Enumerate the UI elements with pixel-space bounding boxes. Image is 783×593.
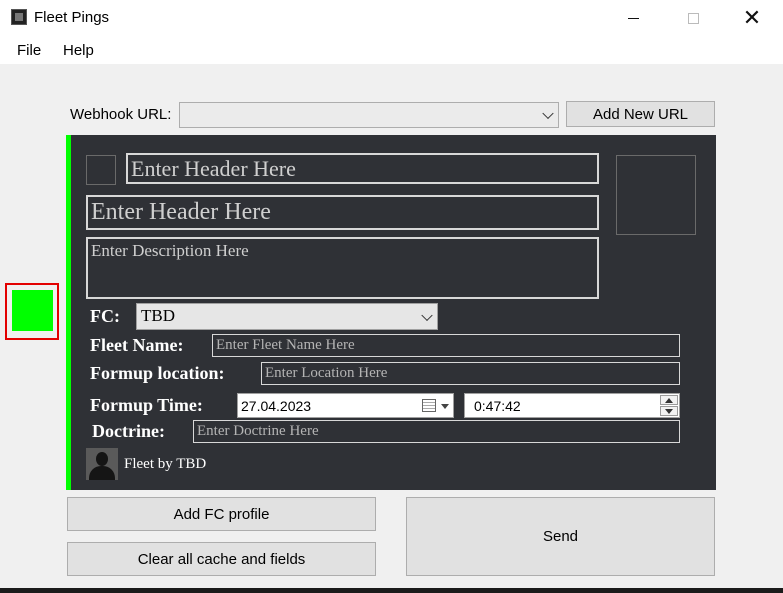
window-title: Fleet Pings <box>34 9 110 26</box>
formup-time-label: Formup Time: <box>90 395 203 415</box>
spin-down-button[interactable] <box>660 406 678 416</box>
menu-bar: File Help <box>0 36 783 64</box>
description-input[interactable]: Enter Description Here <box>86 237 599 299</box>
spin-up-button[interactable] <box>660 395 678 405</box>
author-icon-slot[interactable] <box>86 155 116 185</box>
color-picker-swatch[interactable] <box>12 290 53 331</box>
fc-label: FC: <box>90 306 120 326</box>
title-header-input[interactable]: Enter Header Here <box>86 195 599 230</box>
formup-time-value: 0:47:42 <box>474 398 521 414</box>
doctrine-input[interactable]: Enter Doctrine Here <box>193 420 680 443</box>
send-button[interactable]: Send <box>406 497 715 576</box>
fleet-name-input[interactable]: Enter Fleet Name Here <box>212 334 680 357</box>
minimize-icon <box>627 17 639 19</box>
fc-select[interactable]: TBD <box>136 303 438 330</box>
maximize-icon <box>687 12 699 24</box>
doctrine-label: Doctrine: <box>92 421 165 441</box>
calendar-icon[interactable] <box>422 399 436 412</box>
thumbnail-slot[interactable] <box>616 155 696 235</box>
formup-date-value: 27.04.2023 <box>241 398 312 414</box>
arrow-up-icon <box>665 398 673 403</box>
close-button[interactable]: ✕ <box>729 0 775 36</box>
dropdown-arrow-icon[interactable] <box>441 404 449 409</box>
avatar-head <box>96 452 108 466</box>
chevron-down-icon <box>421 309 433 321</box>
close-icon: ✕ <box>742 5 762 30</box>
add-fc-profile-button[interactable]: Add FC profile <box>67 497 376 531</box>
avatar-body <box>89 466 115 480</box>
add-new-url-button[interactable]: Add New URL <box>566 101 715 127</box>
window-bottom-edge <box>0 588 783 593</box>
formup-date-picker[interactable]: 27.04.2023 <box>237 393 454 418</box>
fleet-name-label: Fleet Name: <box>90 335 184 355</box>
embed-accent-bar <box>66 135 71 490</box>
title-bar: Fleet Pings ✕ <box>0 0 783 36</box>
embed-footer-text: Fleet by TBD <box>124 456 207 472</box>
maximize-button[interactable] <box>670 0 716 36</box>
fc-select-value: TBD <box>141 306 175 325</box>
app-icon <box>11 9 27 25</box>
chevron-down-icon <box>542 107 554 120</box>
webhook-url-label: Webhook URL: <box>70 106 172 123</box>
formup-location-label: Formup location: <box>90 363 225 383</box>
clear-cache-button[interactable]: Clear all cache and fields <box>67 542 376 576</box>
menu-help[interactable]: Help <box>63 42 94 59</box>
author-header-input[interactable]: Enter Header Here <box>126 153 599 184</box>
formup-time-spinner[interactable]: 0:47:42 <box>464 393 680 418</box>
arrow-down-icon <box>665 409 673 414</box>
minimize-button[interactable] <box>610 0 656 36</box>
avatar <box>86 448 118 480</box>
webhook-url-select[interactable] <box>179 102 559 128</box>
menu-file[interactable]: File <box>17 42 41 59</box>
formup-location-input[interactable]: Enter Location Here <box>261 362 680 385</box>
